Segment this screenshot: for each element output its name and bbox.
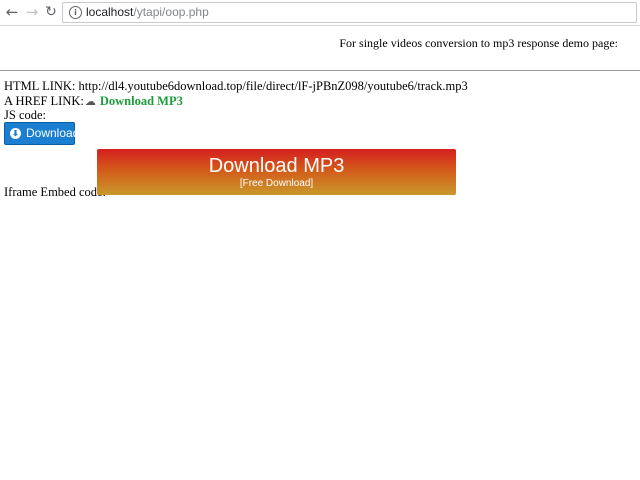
free-download-subtitle: [Free Download] xyxy=(239,178,314,189)
html-link-url: http://dl4.youtube6download.top/file/dir… xyxy=(78,79,468,93)
download-mp3-title: Download MP3 xyxy=(208,155,345,177)
download-icon: ⬇ xyxy=(10,128,21,139)
js-download-button[interactable]: ⬇ Download xyxy=(4,122,79,145)
back-arrow-icon[interactable]: ← xyxy=(3,3,21,21)
reload-icon[interactable]: ↻ xyxy=(42,3,60,21)
url-host: localhost xyxy=(86,5,134,19)
horizontal-rule xyxy=(0,70,640,71)
html-link-line: HTML LINK: http://dl4.youtube6download.t… xyxy=(4,79,468,93)
url-path: /ytapi/oop.php xyxy=(133,5,209,19)
a-href-label: A HREF LINK: xyxy=(4,94,84,108)
download-mp3-link[interactable]: Download MP3 xyxy=(100,94,183,108)
info-icon[interactable]: i xyxy=(69,6,82,19)
html-link-label: HTML LINK: xyxy=(4,79,76,93)
iframe-download-mp3-button[interactable]: Download MP3 [Free Download] xyxy=(97,149,456,195)
cloud-download-icon[interactable]: ☁ xyxy=(84,95,97,109)
js-code-label: JS code: xyxy=(4,108,47,122)
url-text[interactable]: localhost/ytapi/oop.php xyxy=(86,5,209,20)
js-download-label: Download xyxy=(26,126,80,140)
iframe-embed-label: Iframe Embed code: xyxy=(4,185,107,199)
browser-toolbar: ← → ↻ i localhost/ytapi/oop.php xyxy=(0,0,640,26)
page-heading: For single videos conversion to mp3 resp… xyxy=(339,36,618,50)
a-href-line: A HREF LINK:☁ Download MP3 xyxy=(4,94,183,109)
address-bar[interactable]: i localhost/ytapi/oop.php xyxy=(62,2,637,23)
forward-arrow-icon[interactable]: → xyxy=(23,3,41,21)
